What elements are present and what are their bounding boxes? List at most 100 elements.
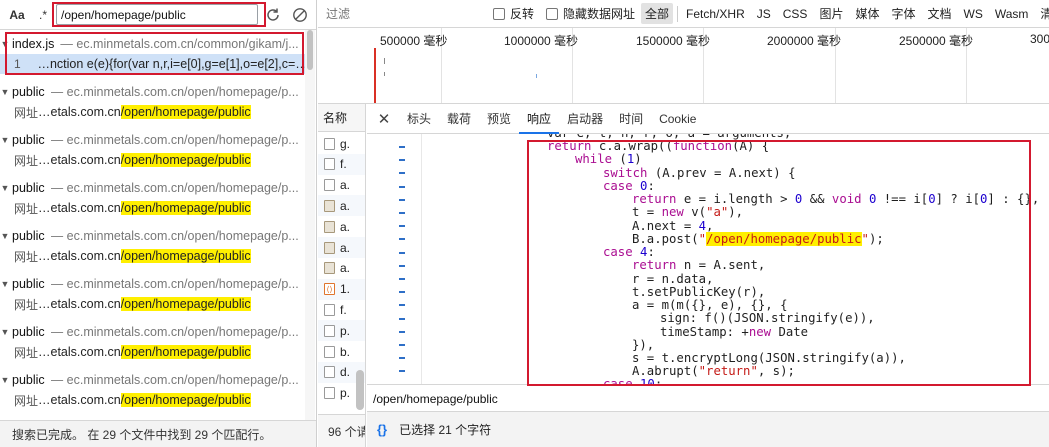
timeline-bar [384,58,385,64]
result-file-header[interactable]: ▼ public — ec.minmetals.com.cn/open/homepa… [0,370,310,390]
request-row[interactable]: p. [318,320,365,342]
document-file-icon [324,324,335,337]
filter-type-8[interactable]: WS [960,5,987,23]
network-timeline[interactable]: 500000 毫秒 1000000 毫秒 1500000 毫秒 2000000 … [318,28,1049,104]
tab-4[interactable]: 启动器 [559,104,611,134]
result-file-header[interactable]: ▼ index.js — ec.minmetals.com.cn/common/… [0,34,310,54]
regex-toggle[interactable]: .* [36,6,50,24]
invert-checkbox[interactable]: 反转 [493,5,534,22]
name-column-header[interactable]: 名称 [318,104,365,132]
request-list-scrollbar[interactable] [356,370,364,410]
request-row[interactable]: a. [318,175,365,196]
filter-type-2[interactable]: JS [753,5,775,23]
collapse-triangle-icon[interactable]: ▼ [0,279,10,289]
request-row[interactable]: a. [318,237,365,258]
collapse-triangle-icon[interactable]: ▼ [0,39,10,49]
filter-type-0[interactable]: 全部 [641,3,674,24]
result-file-header[interactable]: ▼ public — ec.minmetals.com.cn/open/homepa… [0,322,310,342]
result-match-row[interactable]: 网址 …etals.com.cn/open/homepage/public [0,198,310,218]
filter-type-7[interactable]: 文档 [923,3,955,24]
request-row[interactable]: a. [318,258,365,279]
document-file-icon [324,303,335,316]
hide-data-urls-checkbox[interactable]: 隐藏数据网址 [546,5,635,22]
filter-input[interactable] [324,3,481,24]
request-name: d. [340,365,351,380]
tab-1[interactable]: 载荷 [439,104,479,134]
filter-type-5[interactable]: 媒体 [851,3,883,24]
collapse-triangle-icon[interactable]: ▼ [0,135,10,145]
gutter-marker [399,291,405,294]
match-highlight: /open/homepage/public [120,105,251,119]
search-input[interactable] [56,4,258,25]
hide-data-urls-label: 隐藏数据网址 [563,7,636,21]
result-match-row[interactable]: 网址 …etals.com.cn/open/homepage/public [0,102,310,122]
clear-icon[interactable] [290,6,310,24]
result-match-row[interactable]: 网址 …etals.com.cn/open/homepage/public [0,150,310,170]
result-file-header[interactable]: ▼ public — ec.minmetals.com.cn/open/homepa… [0,178,310,198]
collapse-triangle-icon[interactable]: ▼ [0,375,10,385]
result-match-row[interactable]: 1 …nction e(e){for(var n,r,i=e[0],g=e[1]… [0,54,310,74]
filter-type-4[interactable]: 图片 [815,3,847,24]
filter-type-10[interactable]: 清单 [1036,3,1049,24]
request-name: a. [340,219,351,234]
search-results-scrollbar[interactable] [305,30,315,425]
timeline-marker [374,48,376,103]
document-file-icon [324,158,335,171]
gutter-marker [399,278,405,280]
tab-5[interactable]: 时间 [611,104,651,134]
result-match-row[interactable]: 网址 …etals.com.cn/open/homepage/public [0,294,310,314]
result-file-header[interactable]: ▼ public — ec.minmetals.com.cn/open/homepa… [0,82,310,102]
request-name: a. [340,178,351,193]
result-file-header[interactable]: ▼ public — ec.minmetals.com.cn/open/homepa… [0,226,310,246]
request-row[interactable]: g. [318,133,365,154]
match-highlight: /open/homepage/public [120,297,251,311]
collapse-triangle-icon[interactable]: ▼ [0,231,10,241]
match-label: 网址 [14,345,39,360]
response-code-viewer[interactable]: var e, t, n, r, o, a = arguments; return… [367,134,1049,384]
request-name: b. [340,344,351,359]
code-content[interactable]: var e, t, n, r, o, a = arguments; return… [427,134,1049,384]
tab-3[interactable]: 响应 [519,104,560,134]
gutter-marker [399,330,405,333]
timeline-tick-label: 1500000 毫秒 [636,34,711,48]
request-row[interactable]: f. [318,153,365,175]
result-match-row[interactable]: 网址 …etals.com.cn/open/homepage/public [0,390,310,410]
close-icon[interactable]: ✕ [373,110,395,128]
result-file-header[interactable]: ▼ public — ec.minmetals.com.cn/open/homepa… [0,274,310,294]
image-file-icon [324,220,335,233]
request-row[interactable]: a. [318,216,365,237]
image-file-icon [324,262,335,275]
tab-0[interactable]: 标头 [399,104,439,134]
result-file-header[interactable]: ▼ public — ec.minmetals.com.cn/open/homepa… [0,130,310,150]
tab-2[interactable]: 预览 [479,104,519,134]
request-row[interactable]: ⟨⟩ 1. [318,278,365,300]
filter-type-6[interactable]: 字体 [887,3,919,24]
refresh-icon[interactable] [263,6,283,24]
request-name: g. [340,136,351,151]
request-count: 96 个请 [318,414,365,447]
filter-type-3[interactable]: CSS [779,5,812,23]
collapse-triangle-icon[interactable]: ▼ [0,87,10,97]
code-search-input[interactable] [373,389,1043,409]
result-group: ▼ index.js — ec.minmetals.com.cn/common/… [0,34,310,74]
match-text: …etals.com.cn/open/homepage/public [38,393,251,407]
pretty-print-icon[interactable]: {} [377,422,387,437]
collapse-triangle-icon[interactable]: ▼ [0,327,10,337]
filter-type-1[interactable]: Fetch/XHR [682,5,749,23]
gutter-marker [399,172,405,175]
result-match-row[interactable]: 网址 …etals.com.cn/open/homepage/public [0,342,310,362]
result-match-row[interactable]: 网址 …etals.com.cn/open/homepage/public [0,246,310,266]
match-highlight: /open/homepage/public [120,345,251,359]
request-row[interactable]: a. [318,195,365,217]
tab-6[interactable]: Cookie [651,104,704,134]
result-file-url: — ec.minmetals.com.cn/open/homepage/p... [50,229,299,243]
collapse-triangle-icon[interactable]: ▼ [0,183,10,193]
filter-type-9[interactable]: Wasm [991,5,1033,23]
result-file-url: — ec.minmetals.com.cn/open/homepage/p... [50,133,299,147]
gutter-marker [399,317,405,320]
request-row[interactable]: f. [318,299,365,320]
gutter-marker [399,238,405,241]
request-row[interactable]: b. [318,341,365,362]
match-case-toggle[interactable]: Aa [8,6,26,24]
match-highlight: /open/homepage/public [120,249,251,263]
